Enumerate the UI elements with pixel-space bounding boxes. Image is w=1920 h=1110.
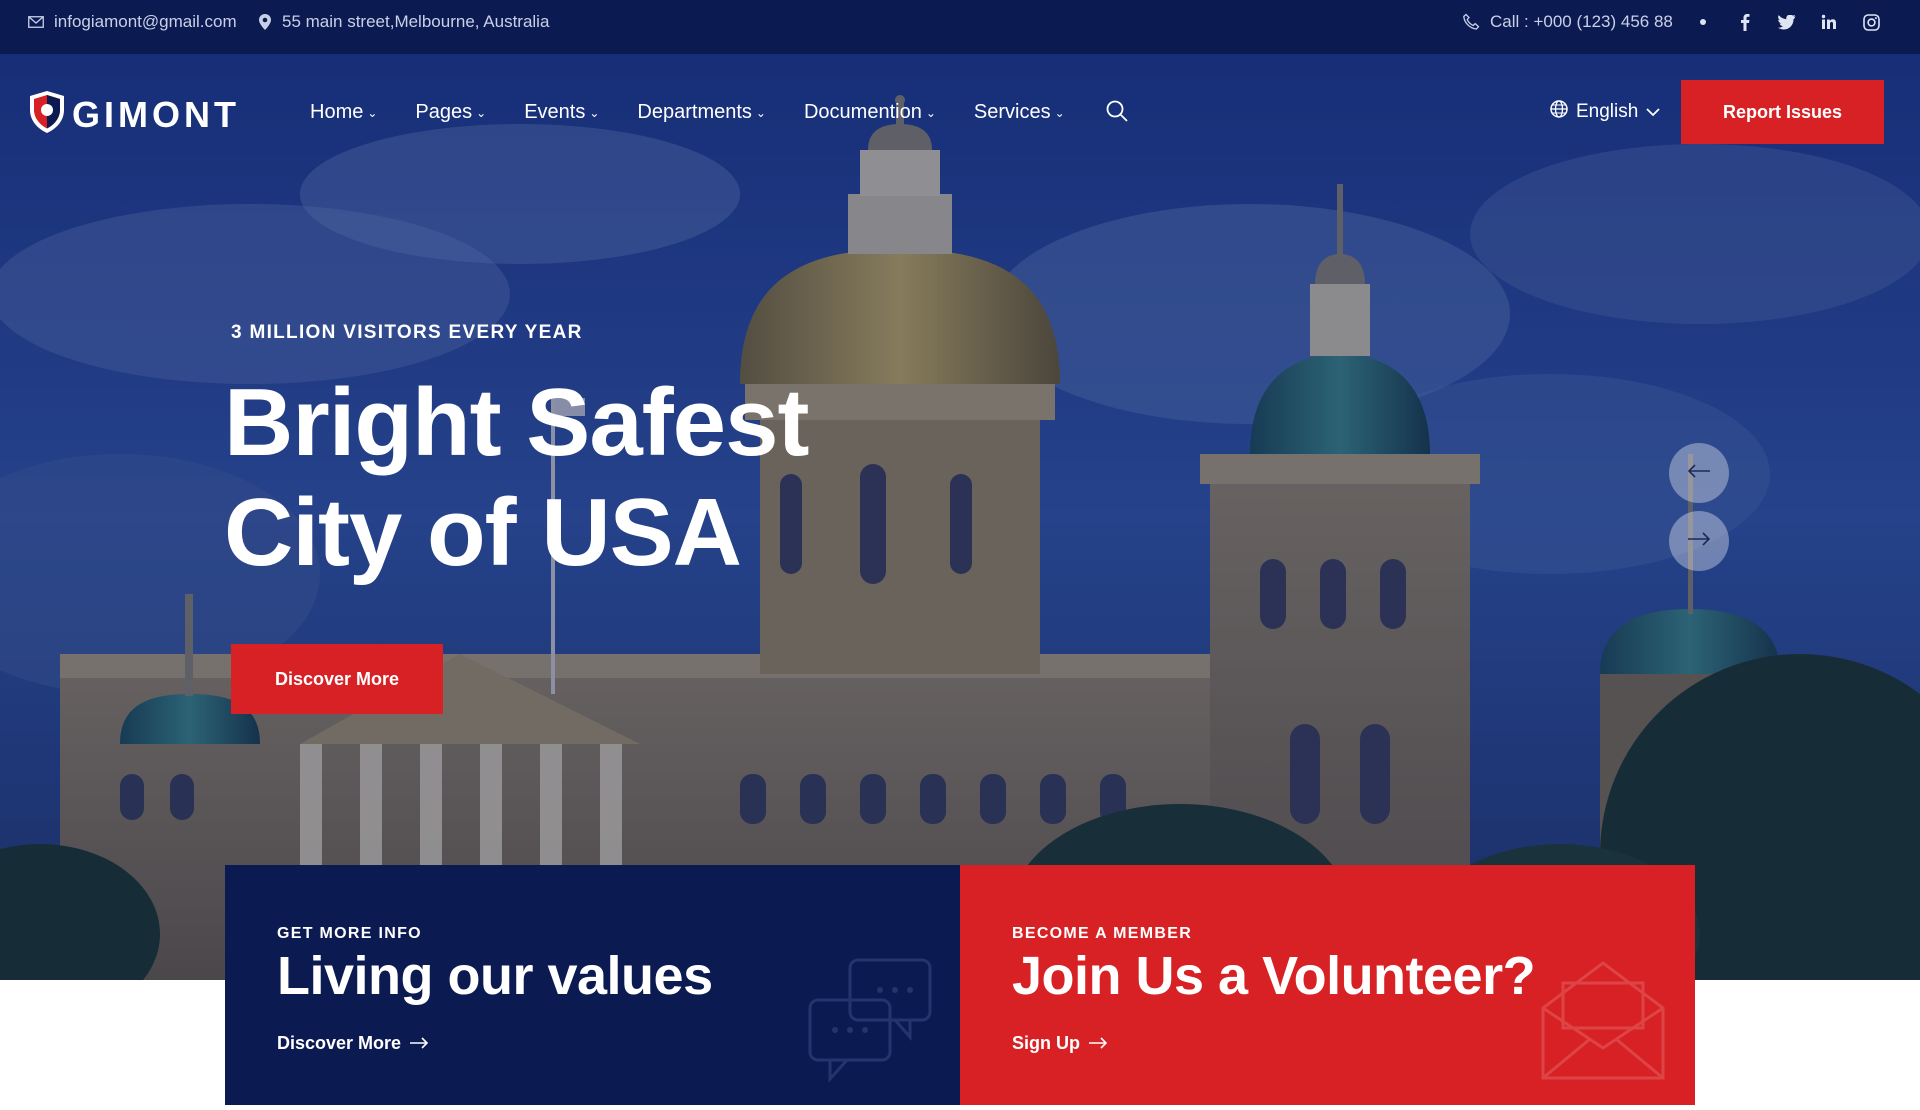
email-contact[interactable]: infogiamont@gmail.com: [28, 0, 237, 44]
instagram-icon[interactable]: [1850, 13, 1892, 31]
chevron-down-icon: ⌄: [755, 106, 766, 120]
search-button[interactable]: [1106, 100, 1128, 127]
arrow-left-icon: [1687, 463, 1711, 483]
nav-item-pages[interactable]: Pages ⌄: [415, 101, 486, 124]
chevron-down-icon: ⌄: [367, 106, 378, 120]
language-label: English: [1576, 101, 1639, 122]
headline-line-1: Bright Safest: [224, 369, 809, 476]
envelope-icon: [1538, 953, 1668, 1088]
arrow-right-icon: [1687, 531, 1711, 551]
email-text: infogiamont@gmail.com: [54, 12, 237, 31]
chat-bubbles-icon: [805, 955, 935, 1090]
nav-item-label: Events: [524, 100, 586, 123]
chevron-down-icon: ⌄: [925, 106, 936, 120]
arrow-right-icon: [1088, 1033, 1108, 1054]
slider-next-button[interactable]: [1669, 511, 1729, 571]
link-label: Discover More: [277, 1033, 402, 1053]
main-nav: GIMONT Home ⌄ Pages ⌄ Events ⌄ Departmen…: [0, 54, 1920, 170]
card-kicker: BECOME A MEMBER: [1012, 925, 1193, 942]
chevron-down-icon: ⌄: [1054, 106, 1065, 120]
shield-logo-icon: [28, 90, 66, 139]
language-selector[interactable]: English: [1550, 94, 1660, 130]
card-title: Join Us a Volunteer?: [1012, 946, 1536, 1006]
hero-headline: Bright Safest City of USA: [224, 368, 809, 588]
logo-text: GIMONT: [72, 93, 240, 135]
chevron-down-icon: ⌄: [476, 106, 487, 120]
nav-item-label: Pages: [415, 100, 473, 123]
nav-item-label: Documention: [803, 100, 922, 123]
volunteer-card: BECOME A MEMBER Join Us a Volunteer? Sig…: [960, 865, 1695, 1105]
nav-item-label: Departments: [637, 100, 752, 123]
social-links: [1700, 0, 1892, 44]
location-pin-icon: [258, 13, 272, 31]
card-sign-up-link[interactable]: Sign Up: [1012, 1033, 1108, 1054]
nav-item-home[interactable]: Home ⌄: [310, 101, 377, 124]
phone-contact[interactable]: Call : +000 (123) 456 88: [1462, 0, 1673, 44]
chevron-down-icon: [1646, 101, 1660, 123]
headline-line-2: City of USA: [224, 479, 742, 586]
address-contact: 55 main street,Melbourne, Australia: [258, 0, 549, 44]
discover-more-button[interactable]: Discover More: [231, 644, 443, 714]
facebook-icon[interactable]: [1724, 13, 1766, 31]
separator-dot: [1700, 19, 1706, 25]
top-bar: infogiamont@gmail.com 55 main street,Mel…: [0, 0, 1920, 54]
hero-tagline: 3 MILLION VISITORS EVERY YEAR: [231, 322, 583, 343]
nav-item-label: Home: [310, 100, 364, 123]
card-discover-more-link[interactable]: Discover More: [277, 1033, 429, 1054]
phone-text: Call : +000 (123) 456 88: [1490, 12, 1673, 31]
mail-icon: [28, 16, 44, 28]
card-kicker: GET MORE INFO: [277, 925, 422, 942]
nav-item-departments[interactable]: Departments ⌄: [637, 101, 766, 124]
nav-item-events[interactable]: Events ⌄: [524, 101, 599, 124]
chevron-down-icon: ⌄: [589, 106, 600, 120]
link-label: Sign Up: [1012, 1033, 1080, 1053]
arrow-right-icon: [409, 1033, 429, 1054]
search-icon: [1106, 100, 1128, 126]
twitter-icon[interactable]: [1766, 14, 1808, 30]
nav-item-label: Services: [973, 100, 1051, 123]
report-issues-button[interactable]: Report Issues: [1681, 80, 1884, 144]
card-title: Living our values: [277, 946, 713, 1006]
nav-item-services[interactable]: Services ⌄: [974, 101, 1065, 124]
nav-menu: Home ⌄ Pages ⌄ Events ⌄ Departments ⌄ Do…: [310, 54, 1065, 170]
slider-prev-button[interactable]: [1669, 443, 1729, 503]
address-text: 55 main street,Melbourne, Australia: [282, 12, 550, 31]
phone-icon: [1462, 13, 1480, 31]
linkedin-icon[interactable]: [1808, 14, 1850, 30]
site-logo[interactable]: GIMONT: [28, 90, 240, 139]
nav-item-documention[interactable]: Documention ⌄: [804, 101, 936, 124]
globe-icon: [1550, 100, 1568, 124]
values-card: GET MORE INFO Living our values Discover…: [225, 865, 960, 1105]
